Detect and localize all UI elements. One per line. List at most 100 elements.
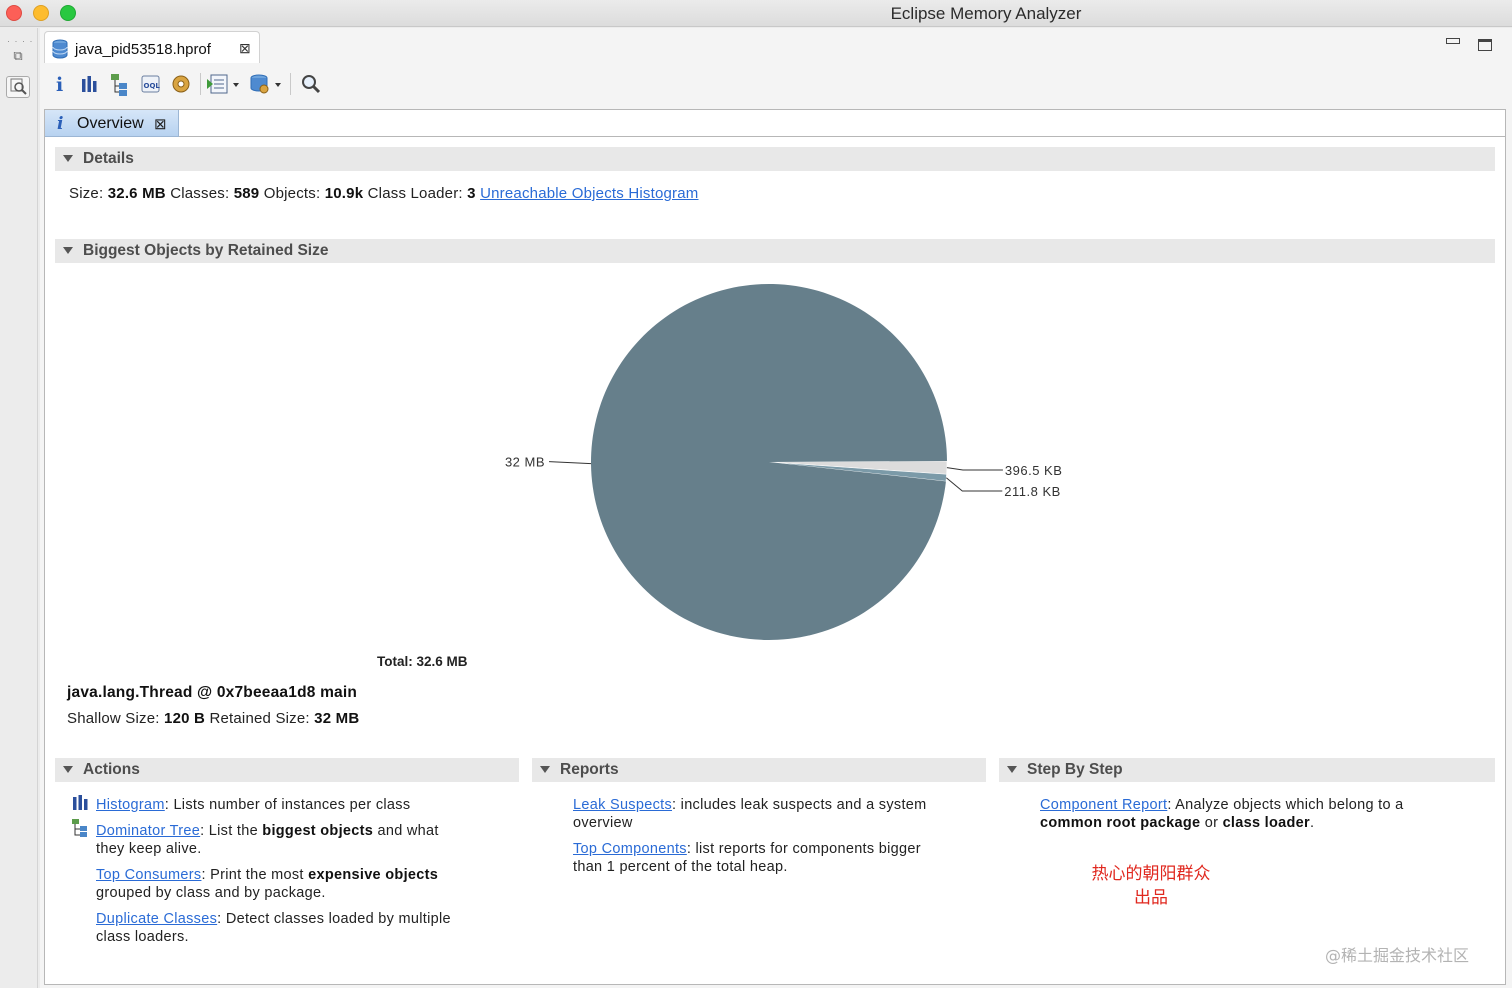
top-consumers-description: : Print the most [201, 867, 309, 883]
histogram-description: : Lists number of instances per class [164, 797, 411, 813]
reports-section-header[interactable]: Reports [532, 758, 986, 782]
close-icon[interactable]: ⊠ [239, 41, 253, 55]
top-consumers-emphasis: expensive objects [308, 867, 439, 883]
classloader-value: 3 [467, 185, 476, 202]
tab-overview-label: Overview [77, 115, 144, 132]
pie-leader-line [548, 461, 592, 465]
pie-slice-label: 32 MB [505, 455, 545, 470]
watermark-red-line1: 热心的朝阳群众 [1091, 864, 1211, 884]
info-icon[interactable]: i [52, 71, 68, 97]
reports-dropdown-icon[interactable] [206, 71, 242, 97]
size-value: 32.6 MB [107, 185, 166, 202]
toolbar-separator [290, 73, 291, 95]
retained-size-label: Retained Size: [209, 710, 310, 727]
search-icon[interactable] [300, 71, 322, 97]
component-report-emphasis-package: common root package [1040, 815, 1201, 831]
minimize-editor-icon[interactable] [1446, 38, 1460, 44]
unreachable-objects-histogram-link[interactable]: Unreachable Objects Histogram [480, 185, 698, 202]
action-dominator-tree: Dominator Tree: List the biggest objects… [96, 822, 439, 858]
dominator-tree-link[interactable]: Dominator Tree [96, 823, 200, 839]
top-consumers-link[interactable]: Top Consumers [96, 867, 201, 883]
editor-tab-label: java_pid53518.hprof [75, 41, 211, 58]
report-top-components: Top Components: list reports for compone… [573, 840, 921, 876]
histogram-icon[interactable] [80, 71, 100, 97]
details-summary: Size: 32.6 MB Classes: 589 Objects: 10.9… [69, 185, 699, 202]
shallow-size-value: 120 B [164, 710, 206, 727]
collapse-triangle-icon[interactable] [63, 766, 73, 773]
collapse-triangle-icon[interactable] [63, 155, 73, 162]
svg-text:i: i [56, 74, 63, 96]
classes-label: Classes: [170, 185, 230, 202]
step-by-step-section-header[interactable]: Step By Step [999, 758, 1495, 782]
component-report-emphasis-loader: class loader [1222, 815, 1310, 831]
restore-view-icon[interactable]: ⧉ [6, 48, 30, 70]
details-section-header[interactable]: Details [55, 147, 1495, 171]
watermark-red-text: 热心的朝阳群众 出品 [1081, 862, 1221, 910]
component-report-link[interactable]: Component Report [1040, 797, 1167, 813]
actions-section-header[interactable]: Actions [55, 758, 519, 782]
report-leak-suspects: Leak Suspects: includes leak suspects an… [573, 796, 927, 832]
objects-value: 10.9k [324, 185, 364, 202]
dominator-emphasis: biggest objects [262, 823, 374, 839]
heap-dump-details-icon[interactable] [170, 71, 192, 97]
left-trim-stack: · · · · ⧉ [0, 28, 38, 988]
histogram-icon [73, 795, 88, 810]
title-bar: Eclipse Memory Analyzer [0, 0, 1512, 27]
section-title: Reports [560, 761, 619, 778]
close-icon[interactable]: ⊠ [154, 115, 167, 133]
duplicate-classes-description-line2: class loaders. [96, 929, 189, 945]
component-report-period: . [1310, 815, 1315, 831]
editor-tab-hprof[interactable]: java_pid53518.hprof ⊠ [44, 31, 260, 63]
pie-slice-label: 396.5 KB [1005, 463, 1063, 478]
histogram-link[interactable]: Histogram [96, 797, 165, 813]
dominator-description-line2: they keep alive. [96, 841, 202, 857]
query-browser-dropdown-icon[interactable] [248, 71, 284, 97]
inspector-view-icon[interactable] [6, 76, 30, 98]
info-icon: i [57, 114, 64, 134]
top-components-link[interactable]: Top Components [573, 841, 687, 857]
dominator-tree-icon[interactable] [110, 71, 132, 97]
section-title: Actions [83, 761, 140, 778]
leak-suspects-link[interactable]: Leak Suspects [573, 797, 672, 813]
component-report-description: : Analyze objects which belong to a [1167, 797, 1404, 813]
collapse-triangle-icon[interactable] [63, 247, 73, 254]
section-title: Details [83, 150, 134, 167]
editor-area: java_pid53518.hprof ⊠ i OQL i Overview ⊠… [40, 28, 1512, 988]
dominator-description-end: and what [373, 823, 439, 839]
pie-slice-label: 211.8 KB [1004, 484, 1061, 499]
dominator-description: : List the [200, 823, 263, 839]
watermark-red-line2: 出品 [1134, 888, 1168, 908]
dominator-tree-icon [72, 819, 87, 837]
pie-slice-medium[interactable] [768, 460, 948, 475]
drag-handle-icon[interactable]: · · · · [7, 36, 34, 46]
heap-dump-icon [52, 39, 68, 59]
biggest-objects-section-header[interactable]: Biggest Objects by Retained Size [55, 239, 1495, 263]
shallow-size-label: Shallow Size: [67, 710, 160, 727]
oql-icon[interactable]: OQL [140, 71, 162, 97]
collapse-triangle-icon[interactable] [540, 766, 550, 773]
pie-leader-line [946, 467, 1003, 471]
size-label: Size: [69, 185, 104, 202]
pie-slice-small[interactable] [768, 461, 947, 482]
duplicate-classes-link[interactable]: Duplicate Classes [96, 911, 217, 927]
top-components-description-line2: than 1 percent of the total heap. [573, 859, 788, 875]
tab-overview[interactable]: i Overview ⊠ [45, 110, 179, 137]
section-title: Biggest Objects by Retained Size [83, 242, 329, 259]
classloader-label: Class Loader: [367, 185, 463, 202]
top-consumers-description-line2: grouped by class and by package. [96, 885, 326, 901]
pie-slice-main[interactable] [591, 284, 947, 641]
editor-toolbar: i OQL [48, 69, 348, 99]
svg-text:OQL: OQL [144, 82, 161, 90]
retained-size-value: 32 MB [314, 710, 360, 727]
selected-object-sizes: Shallow Size: 120 B Retained Size: 32 MB [67, 710, 359, 727]
collapse-triangle-icon[interactable] [1007, 766, 1017, 773]
leak-suspects-description-line2: overview [573, 815, 633, 831]
window-title: Eclipse Memory Analyzer [890, 4, 1082, 23]
maximize-editor-icon[interactable] [1478, 39, 1492, 51]
duplicate-classes-description: : Detect classes loaded by multiple [217, 911, 451, 927]
selected-object-name: java.lang.Thread @ 0x7beeaa1d8 main [67, 684, 358, 701]
pie-total-label: Total: 32.6 MB [377, 654, 468, 669]
overview-panel: i Overview ⊠ Details Size: 32.6 MB Class… [44, 109, 1506, 985]
divider [179, 136, 1505, 137]
leak-suspects-description: : includes leak suspects and a system [672, 797, 927, 813]
